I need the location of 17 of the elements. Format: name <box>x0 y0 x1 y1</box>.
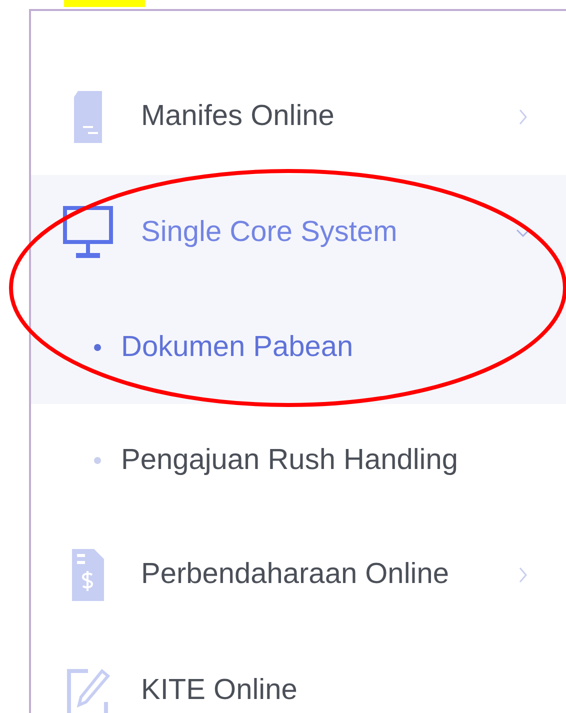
menu-item[interactable]: Manifes Online <box>31 59 566 175</box>
menu-label: Manifes Online <box>141 99 336 134</box>
bullet-icon <box>94 457 101 464</box>
submenu-item[interactable]: Dokumen Pabean <box>121 326 354 370</box>
menu-item[interactable]: KITE Online <box>31 633 566 713</box>
menu-label: Single Core System <box>141 215 398 250</box>
menu-label: Perbendaharaan Online <box>141 557 450 592</box>
invoice-icon <box>72 549 104 601</box>
chevron-right-icon <box>519 109 527 125</box>
monitor-icon <box>63 206 113 260</box>
bullet-icon <box>94 344 101 351</box>
edit-icon <box>66 668 110 713</box>
menu-item[interactable]: Perbendaharaan Online <box>31 517 566 633</box>
menu-label: KITE Online <box>141 673 298 708</box>
chevron-right-icon <box>519 567 527 583</box>
document-icon <box>74 91 102 143</box>
chevron-down-icon <box>516 229 530 237</box>
